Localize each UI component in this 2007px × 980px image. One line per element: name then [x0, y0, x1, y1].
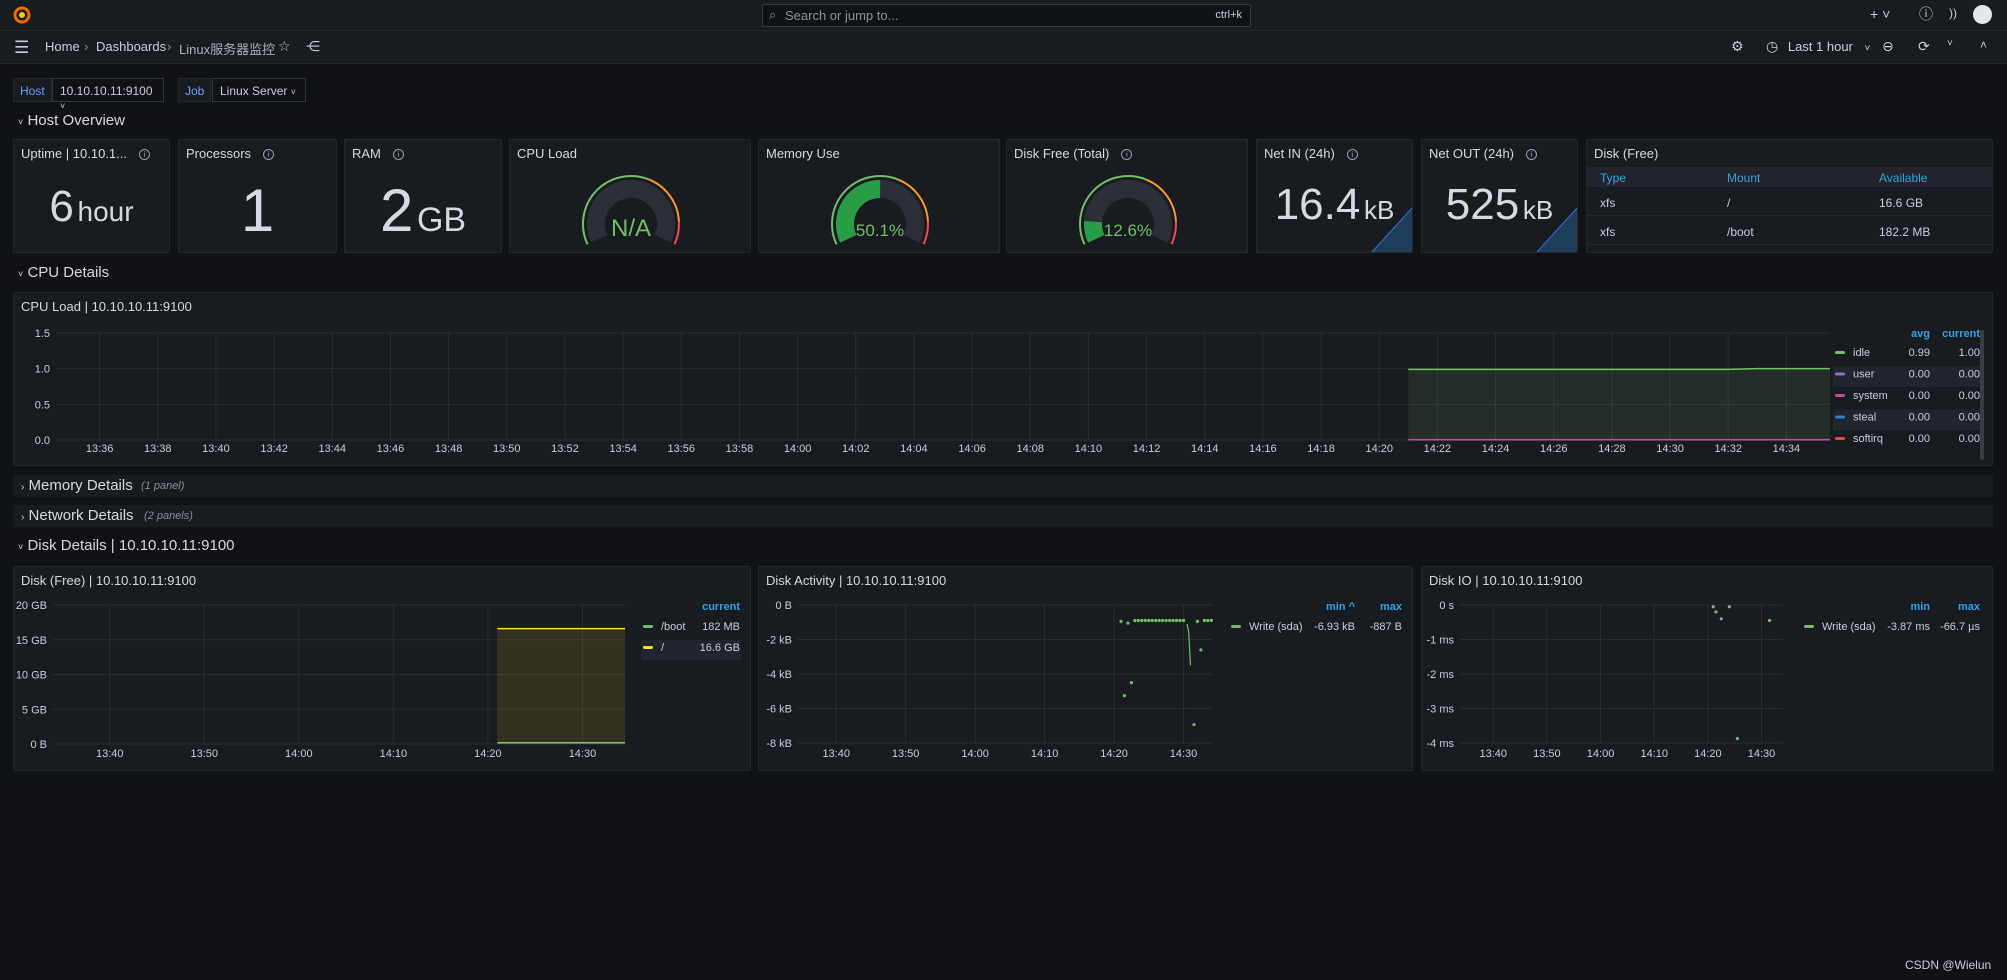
- data-point: [1714, 610, 1718, 614]
- y-tick-label: -2 ms: [1427, 669, 1455, 681]
- y-tick-label: 0 s: [1439, 600, 1454, 612]
- data-point: [1727, 605, 1731, 609]
- data-point: [1711, 605, 1715, 609]
- x-tick-label: 14:00: [1587, 748, 1615, 760]
- disk-io-chart: 0 s -1 ms -2 ms -3 ms -4 ms 13:40 13:50 14:00 14…: [1427, 600, 1981, 760]
- legend-header: max: [1958, 601, 1981, 613]
- legend-swatch: [1804, 625, 1814, 628]
- y-tick-label: -4 ms: [1427, 738, 1455, 750]
- x-tick-label: 13:40: [1480, 748, 1508, 760]
- x-tick-label: 14:20: [1694, 748, 1722, 760]
- x-tick-label: 14:30: [1748, 748, 1776, 760]
- legend-header: min: [1910, 601, 1930, 613]
- x-tick-label: 14:10: [1640, 748, 1668, 760]
- watermark: CSDN @Wielun: [1905, 958, 1992, 972]
- data-point: [1719, 617, 1723, 621]
- data-point: [1767, 618, 1772, 623]
- legend-value: -66.7 µs: [1940, 621, 1980, 633]
- y-tick-label: -3 ms: [1427, 704, 1455, 716]
- legend-value: -3.87 ms: [1887, 621, 1930, 633]
- x-tick-label: 13:50: [1533, 748, 1561, 760]
- data-point: [1735, 736, 1739, 741]
- legend-series-name: Write (sda): [1822, 621, 1876, 633]
- y-tick-label: -1 ms: [1427, 635, 1455, 647]
